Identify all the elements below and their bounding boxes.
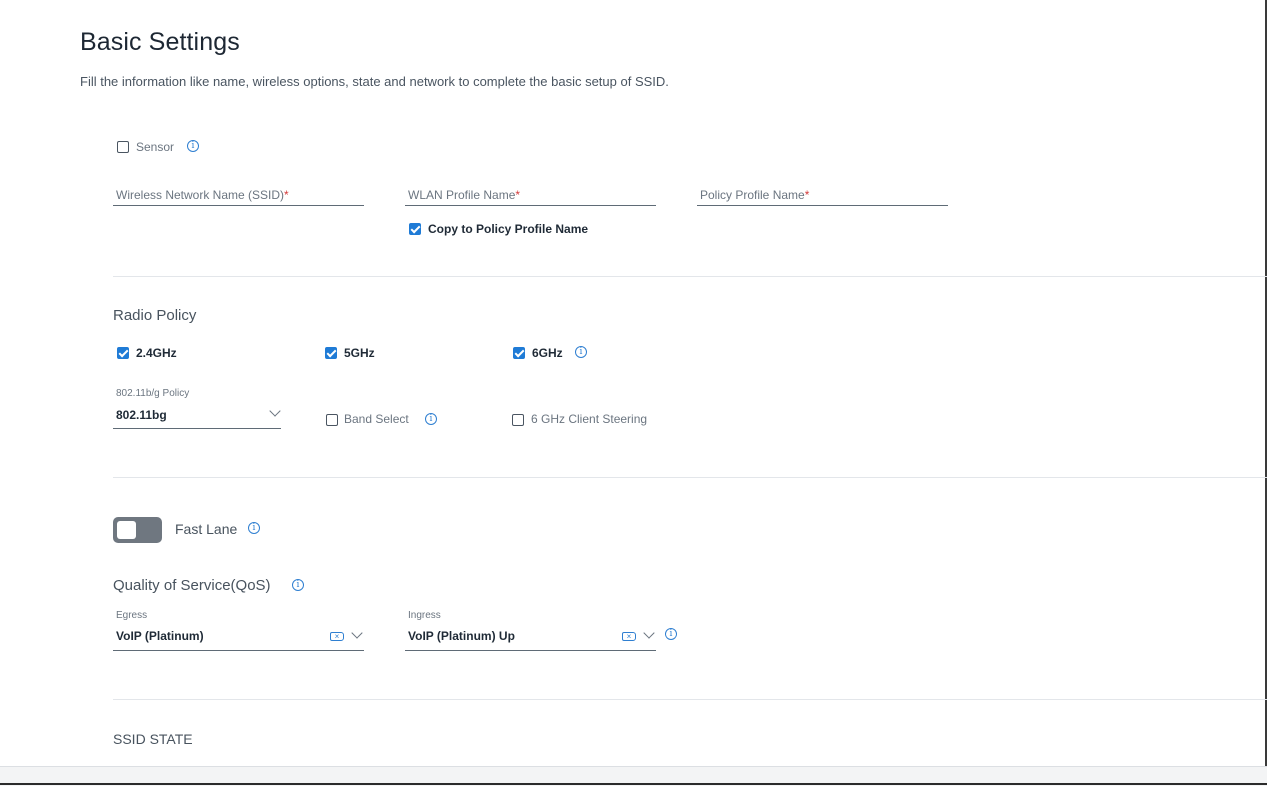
wlan-profile-field-label: WLAN Profile Name*: [408, 188, 521, 202]
band-2-4ghz-label: 2.4GHz: [136, 346, 177, 360]
wlan-profile-input[interactable]: [405, 205, 656, 206]
sensor-label: Sensor: [136, 140, 175, 154]
band-select-label: Band Select: [344, 412, 409, 426]
section-divider: [113, 276, 1267, 277]
qos-title: Quality of Service(QoS): [113, 577, 271, 594]
toggle-knob: [117, 521, 136, 539]
policy-profile-field-label: Policy Profile Name*: [700, 188, 810, 202]
fast-lane-toggle[interactable]: [113, 517, 162, 543]
section-divider: [113, 699, 1267, 700]
page-title: Basic Settings: [80, 28, 240, 56]
chevron-down-icon[interactable]: [269, 405, 281, 417]
fast-lane-label: Fast Lane: [175, 521, 238, 537]
dot11bg-policy-select[interactable]: [113, 428, 281, 429]
band-2-4ghz-checkbox[interactable]: [117, 347, 129, 359]
info-icon[interactable]: i: [292, 579, 304, 591]
chevron-down-icon[interactable]: [351, 627, 363, 639]
egress-select[interactable]: [113, 650, 364, 651]
clear-icon[interactable]: ×: [622, 632, 636, 641]
dot11bg-policy-label: 802.11b/g Policy: [116, 388, 190, 399]
band-select-checkbox[interactable]: [326, 414, 338, 426]
ssid-input[interactable]: [113, 205, 364, 206]
copy-to-policy-checkbox[interactable]: [409, 223, 421, 235]
dot11bg-policy-value[interactable]: 802.11bg: [116, 408, 167, 422]
page-subtitle: Fill the information like name, wireless…: [80, 74, 669, 89]
copy-to-policy-label: Copy to Policy Profile Name: [428, 222, 589, 236]
band-5ghz-checkbox[interactable]: [325, 347, 337, 359]
client-steering-checkbox[interactable]: [512, 414, 524, 426]
info-icon[interactable]: i: [665, 628, 677, 640]
section-divider: [113, 477, 1267, 478]
ingress-select[interactable]: [405, 650, 656, 651]
info-icon[interactable]: i: [187, 140, 199, 152]
info-icon[interactable]: i: [575, 346, 587, 358]
ssid-field-label: Wireless Network Name (SSID)*: [116, 188, 289, 202]
radio-policy-title: Radio Policy: [113, 307, 197, 324]
policy-profile-input[interactable]: [697, 205, 948, 206]
egress-value[interactable]: VoIP (Platinum): [116, 629, 204, 643]
ingress-label: Ingress: [408, 610, 441, 621]
sensor-checkbox[interactable]: [117, 141, 129, 153]
info-icon[interactable]: i: [248, 522, 260, 534]
clear-icon[interactable]: ×: [330, 632, 344, 641]
egress-label: Egress: [116, 610, 148, 621]
band-6ghz-checkbox[interactable]: [513, 347, 525, 359]
ssid-state-title: SSID STATE: [113, 731, 193, 747]
chevron-down-icon[interactable]: [643, 627, 655, 639]
ingress-value[interactable]: VoIP (Platinum) Up: [408, 629, 515, 643]
band-5ghz-label: 5GHz: [344, 346, 375, 360]
info-icon[interactable]: i: [425, 413, 437, 425]
band-6ghz-label: 6GHz: [532, 346, 563, 360]
client-steering-label: 6 GHz Client Steering: [531, 412, 648, 426]
